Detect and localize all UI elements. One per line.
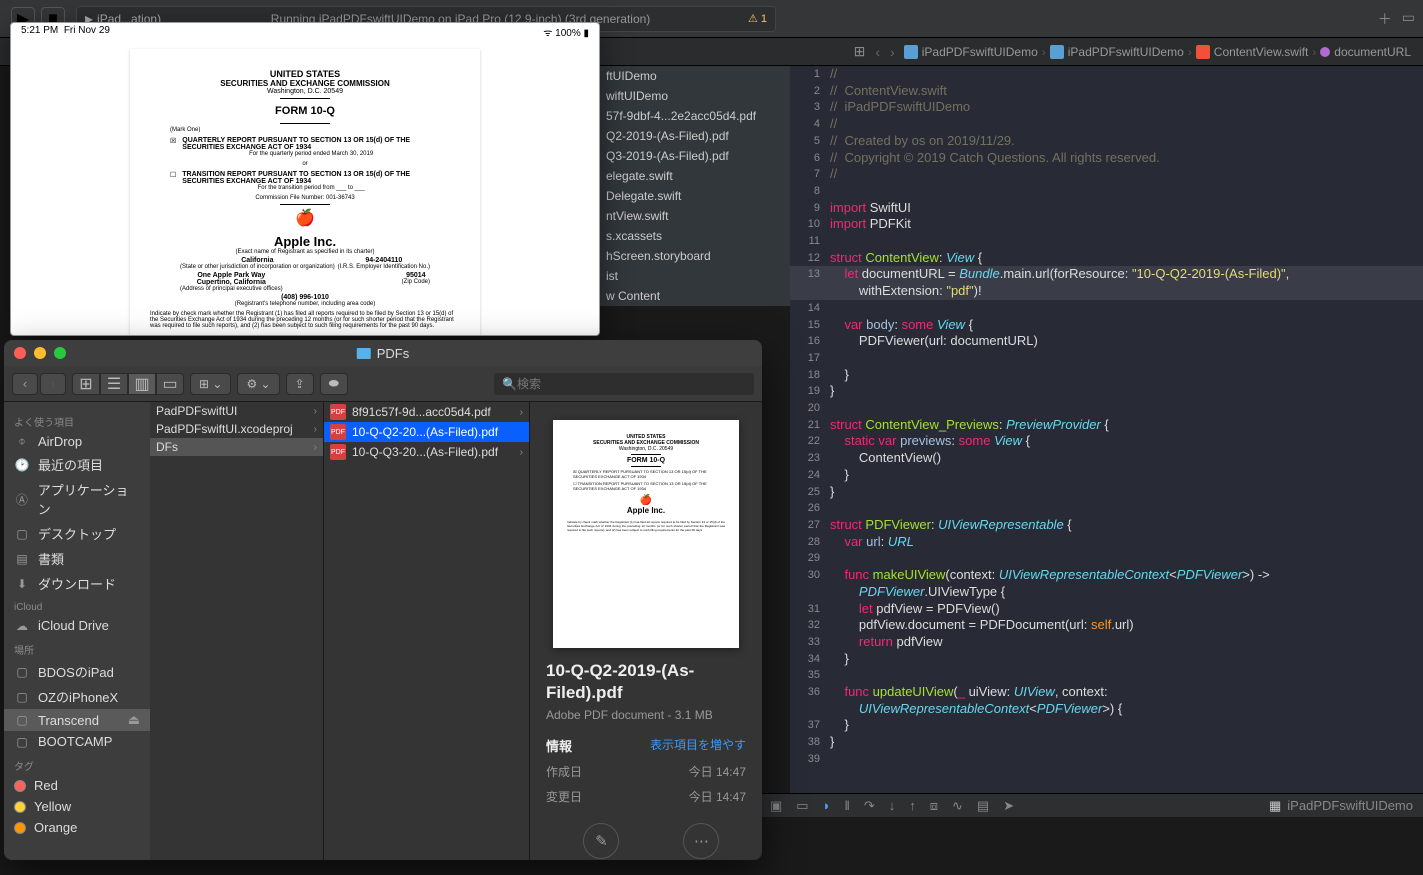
sidebar-item[interactable]: Ⓐアプリケーション [4,477,150,521]
view-debug-icon[interactable]: ⧈ [930,798,938,814]
preview-pane: UNITED STATES SECURITIES AND EXCHANGE CO… [530,402,762,860]
simulator-status-bar: 5:21 PM Fri Nov 29 ᯤ 100% ▮ [11,23,599,41]
column-item[interactable]: PDF10-Q-Q3-20...(As-Filed).pdf› [324,442,529,462]
window-title: PDFs [357,346,410,361]
debug-target[interactable]: ▦ iPadPDFswiftUIDemo [1269,798,1413,814]
search-input[interactable]: 🔍 検索 [494,373,754,395]
sidebar-item[interactable]: ⬇ダウンロード [4,571,150,596]
back-button[interactable]: ‹ [12,373,38,395]
finder-sidebar: よく使う項目⌽AirDrop🕑最近の項目Ⓐアプリケーション▢デスクトップ▤書類⬇… [4,402,150,860]
nav-item[interactable]: elegate.swift [600,166,790,186]
column-item[interactable]: PDF10-Q-Q2-20...(As-Filed).pdf [324,422,529,442]
tag-button[interactable]: ⬬ [320,373,348,395]
nav-item[interactable]: ntView.swift [600,206,790,226]
preview-thumbnail: UNITED STATES SECURITIES AND EXCHANGE CO… [553,420,739,648]
grid-icon[interactable]: ⊞ [854,43,866,60]
sidebar-item[interactable]: Red [4,775,150,796]
nav-item[interactable]: wiftUIDemo [600,86,790,106]
step-over-icon[interactable]: ↷ [864,798,875,814]
info-label: 情報 [546,736,572,755]
column-2[interactable]: PDF8f91c57f-9d...acc05d4.pdf›PDF10-Q-Q2-… [324,402,530,860]
view-segmented[interactable]: ⊞ ☰ ▥ ▭ [72,373,184,395]
memory-icon[interactable]: ∿ [952,798,963,814]
column-item[interactable]: PadPDFswiftUI.xcodeproj› [150,420,323,438]
add-button[interactable]: ＋ [1378,9,1392,29]
nav-item[interactable]: ftUIDemo [600,66,790,86]
sidebar-item[interactable]: ▢Transcend⏏ [4,709,150,731]
nav-item[interactable]: w Content [600,286,790,306]
nav-item[interactable]: Delegate.swift [600,186,790,206]
console-icon[interactable]: ▭ [796,798,808,814]
forward-button[interactable]: › [40,373,66,395]
back-icon[interactable]: ‹ [875,44,880,60]
sidebar-item[interactable]: ▢OZのiPhoneX [4,684,150,709]
library-button[interactable]: ▭ [1402,9,1415,29]
warnings-badge[interactable]: ⚠ 1 [748,12,767,25]
minimize-icon[interactable] [34,347,46,359]
finder-titlebar[interactable]: PDFs [4,340,762,366]
nav-item[interactable]: 57f-9dbf-4...2e2acc05d4.pdf [600,106,790,126]
zoom-icon[interactable] [54,347,66,359]
sidebar-item[interactable]: Yellow [4,796,150,817]
preview-filename: 10-Q-Q2-2019-(As-Filed).pdf [546,660,746,704]
gallery-view[interactable]: ▭ [156,373,184,395]
sidebar-item[interactable]: ☁iCloud Drive [4,615,150,636]
show-more-link[interactable]: 表示項目を増やす [650,736,746,755]
column-item[interactable]: PadPDFswiftUI› [150,402,323,420]
ipad-simulator[interactable]: 5:21 PM Fri Nov 29 ᯤ 100% ▮ UNITED STATE… [10,22,600,336]
column-view[interactable]: ▥ [128,373,156,395]
sidebar-item[interactable]: 🕑最近の項目 [4,452,150,477]
finder-window: PDFs ‹ › ⊞ ☰ ▥ ▭ ⊞ ⌄ ⚙ ⌄ ⇪ ⬬ 🔍 検索 よく使う項目… [4,340,762,860]
icon-view[interactable]: ⊞ [72,373,100,395]
var-view-icon[interactable]: ▣ [770,798,782,814]
list-view[interactable]: ☰ [100,373,128,395]
share-button[interactable]: ⇪ [286,373,314,395]
forward-icon[interactable]: › [890,44,895,60]
breakpoint-icon[interactable]: ◗ [823,798,831,813]
nav-item[interactable]: s.xcassets [600,226,790,246]
sidebar-item[interactable]: ▤書類 [4,546,150,571]
step-in-icon[interactable]: ↓ [889,798,896,813]
nav-item[interactable]: Q2-2019-(As-Filed).pdf [600,126,790,146]
folder-icon [357,348,371,359]
column-item[interactable]: DFs› [150,438,323,456]
preview-subtitle: Adobe PDF document - 3.1 MB [546,708,746,722]
column-1[interactable]: PadPDFswiftUI›PadPDFswiftUI.xcodeproj›DF… [150,402,324,860]
sidebar-item[interactable]: ▢BOOTCAMP [4,731,150,752]
sidebar-item[interactable]: ▢BDOSのiPad [4,659,150,684]
breadcrumb[interactable]: iPadPDFswiftUIDemo› iPadPDFswiftUIDemo› … [900,45,1415,59]
project-navigator[interactable]: ftUIDemowiftUIDemo57f-9dbf-4...2e2acc05d… [600,66,790,306]
more-button[interactable]: ⋯その他... [682,823,720,860]
finder-toolbar: ‹ › ⊞ ☰ ▥ ▭ ⊞ ⌄ ⚙ ⌄ ⇪ ⬬ 🔍 検索 [4,366,762,402]
group-button[interactable]: ⊞ ⌄ [190,373,231,395]
markup-button[interactable]: ✎マークアップ [571,823,631,860]
sidebar-item[interactable]: ▢デスクトップ [4,521,150,546]
debug-bar: ▣ ▭ ◗ ‖ ↷ ↓ ↑ ⧈ ∿ ▤ ➤ ▦ iPadPDFswiftUIDe… [760,793,1423,817]
env-icon[interactable]: ▤ [977,798,989,814]
continue-icon[interactable]: ‖ [844,798,849,813]
nav-item[interactable]: Q3-2019-(As-Filed).pdf [600,146,790,166]
code-editor[interactable]: 1//2// ContentView.swift3// iPadPDFswift… [790,66,1423,815]
step-out-icon[interactable]: ↑ [909,798,916,813]
close-icon[interactable] [14,347,26,359]
nav-item[interactable]: hScreen.storyboard [600,246,790,266]
pdf-content: UNITED STATES SECURITIES AND EXCHANGE CO… [130,49,480,336]
nav-item[interactable]: ist [600,266,790,286]
location-icon[interactable]: ➤ [1003,798,1014,814]
action-button[interactable]: ⚙ ⌄ [237,373,279,395]
sidebar-item[interactable]: ⌽AirDrop [4,431,150,452]
sidebar-item[interactable]: Orange [4,817,150,838]
column-item[interactable]: PDF8f91c57f-9d...acc05d4.pdf› [324,402,529,422]
